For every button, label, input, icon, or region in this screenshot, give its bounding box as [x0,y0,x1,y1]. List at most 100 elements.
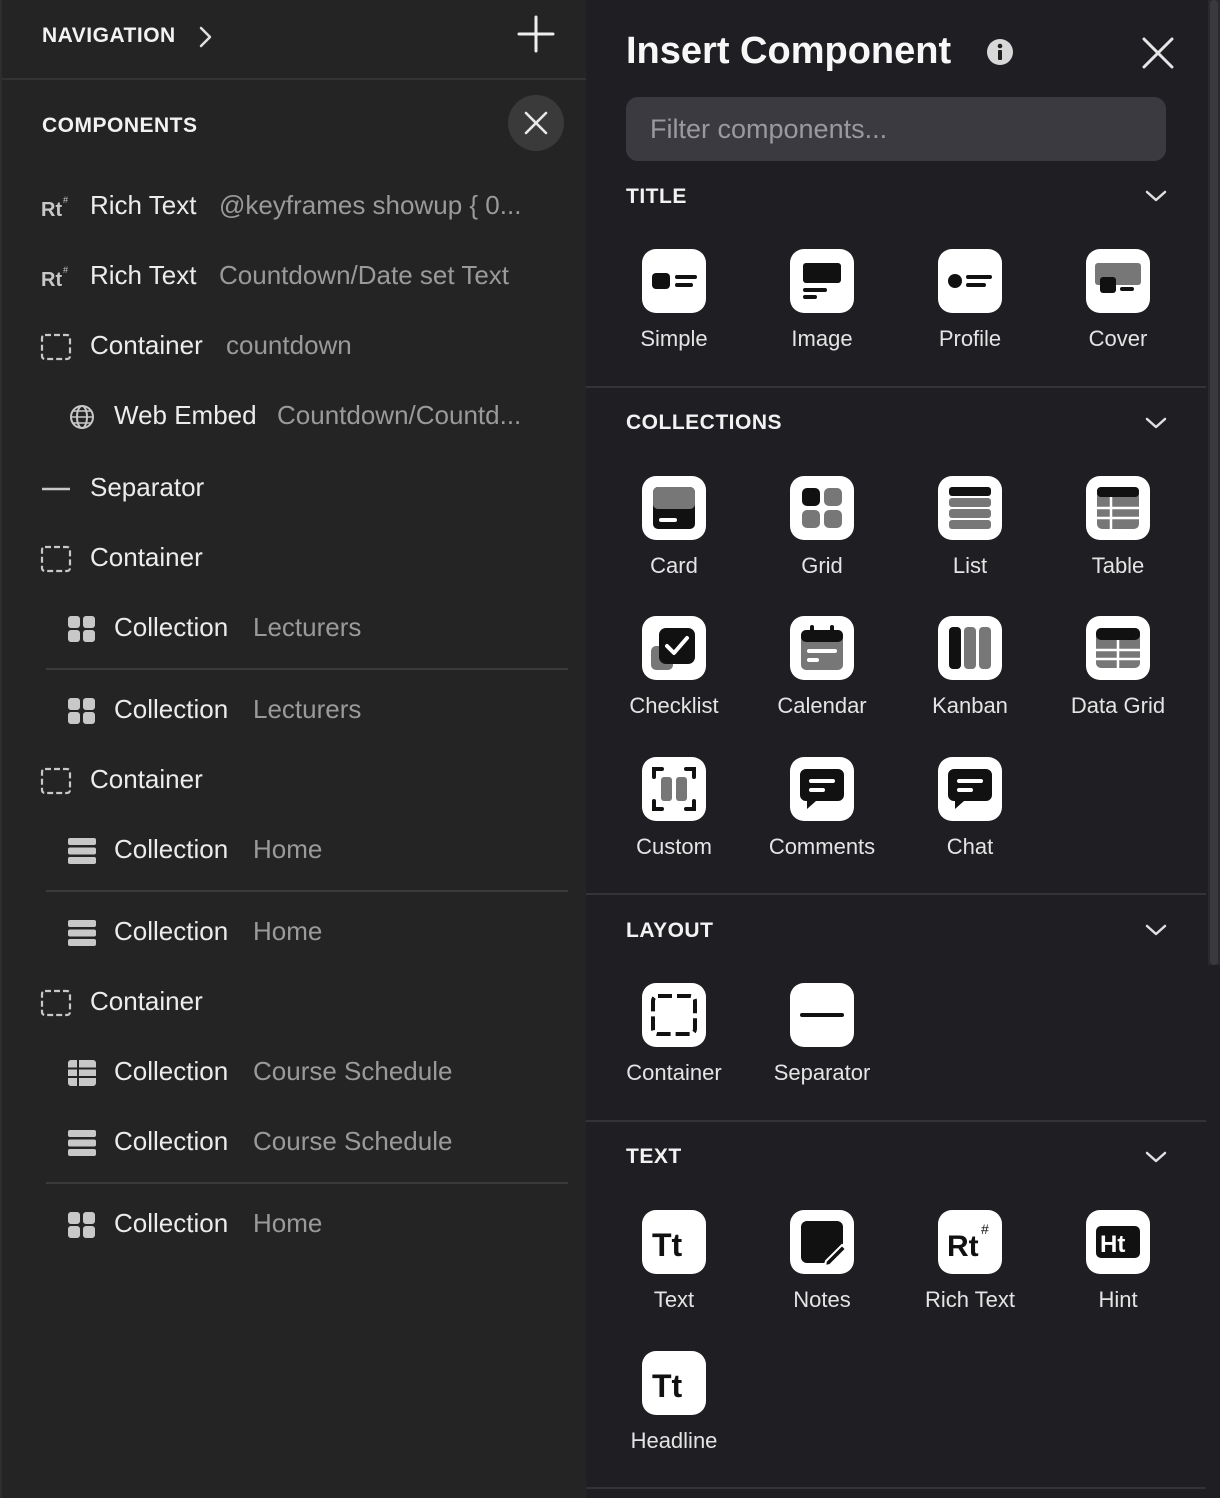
tree-item-collection[interactable]: Collection Course Schedule [2,1118,572,1168]
tile-headline[interactable]: Tt Headline [609,1351,739,1471]
tree-item-container[interactable]: Container [2,978,572,1028]
tree-item-label: Rich Text [90,190,197,220]
tile-container[interactable]: Container [609,983,739,1103]
chevron-down-icon[interactable] [1144,922,1168,938]
tile-icon-box [938,757,1002,821]
tile-separator[interactable]: Separator [757,983,887,1103]
tile-icon-box [790,476,854,540]
rich-text-icon: Rt# [947,1221,989,1263]
tree-item-label: Collection [114,1208,229,1238]
tree-item-rich-text[interactable]: Rt # Rich Text @keyframes showup { 0... [2,182,572,232]
tree-item-container[interactable]: Container countdown [2,322,572,372]
tile-cover[interactable]: Cover [1053,249,1183,369]
scrollbar-thumb[interactable] [1210,0,1218,965]
svg-text:Ht: Ht [1100,1231,1125,1258]
profile-title-icon [948,274,992,288]
svg-text:Tt: Tt [652,1227,683,1263]
kanban-icon [949,627,991,669]
chevron-down-icon[interactable] [1144,415,1168,431]
tree-item-container[interactable]: Container [2,534,572,584]
tree-item-collection[interactable]: Collection Lecturers [2,686,572,736]
svg-text:Rt: Rt [41,199,62,221]
card-icon [653,487,695,529]
tree-item-rich-text[interactable]: Rt # Rich Text Countdown/Date set Text [2,252,572,302]
tree-item-detail: Home [253,834,323,864]
tree-item-label: Separator [90,472,205,502]
tile-grid[interactable]: Grid [757,476,887,596]
info-icon[interactable] [986,38,1014,66]
svg-text:#: # [981,1221,989,1237]
tile-label: Chat [946,834,994,859]
grid-icon [68,1212,95,1238]
image-title-icon [803,263,841,299]
tile-chat[interactable]: Chat [905,757,1035,877]
tile-icon-box [642,983,706,1047]
tree-item-detail: Countdown/Date set Text [219,260,510,290]
tile-calendar[interactable]: Calendar [757,616,887,736]
cover-title-icon [1095,263,1141,293]
separator-icon [800,1013,844,1017]
navigation-header[interactable]: NAVIGATION [2,0,588,80]
chevron-right-icon[interactable] [196,25,216,49]
tree-item-collection[interactable]: Collection Home [2,908,572,958]
tile-simple[interactable]: Simple [609,249,739,369]
table-icon [68,1060,96,1086]
tree-item-label: Container [90,542,203,572]
tile-table[interactable]: Table [1053,476,1183,596]
tile-notes[interactable]: Notes [757,1210,887,1330]
tile-label: Hint [1098,1287,1138,1312]
tile-label: Checklist [629,693,719,718]
tile-label: Grid [801,553,843,578]
tile-icon-box: Tt [642,1351,706,1415]
tree-item-separator[interactable]: Separator [2,464,572,514]
section-divider [586,1487,1206,1489]
tile-icon-box [642,476,706,540]
headline-icon: Tt [652,1368,683,1404]
tree-item-label: Container [90,764,203,794]
chevron-down-icon[interactable] [1144,188,1168,204]
tree-item-collection[interactable]: Collection Home [2,826,572,876]
tile-custom[interactable]: Custom [609,757,739,877]
close-icon[interactable] [1141,36,1175,70]
chevron-down-icon[interactable] [1144,1149,1168,1165]
tile-profile[interactable]: Profile [905,249,1035,369]
container-icon [40,767,72,795]
tile-label: Image [791,326,853,351]
tile-label: Kanban [932,693,1008,718]
tile-comments[interactable]: Comments [757,757,887,877]
tile-kanban[interactable]: Kanban [905,616,1035,736]
navigator-panel: NAVIGATION COMPONENTS Rt # Rich Text @key… [0,0,588,1498]
tile-label: Table [1091,553,1145,578]
tree-item-collection[interactable]: Collection Lecturers [2,604,572,654]
tree-item-label: Container [90,330,203,360]
tile-icon-box [1086,476,1150,540]
filter-components-input[interactable] [626,97,1166,161]
tile-text[interactable]: Tt Text [609,1210,739,1330]
tile-icon-box [938,249,1002,313]
tile-image[interactable]: Image [757,249,887,369]
calendar-icon [801,625,843,670]
grid-icon [802,488,842,528]
tree-item-label: Web Embed [114,400,257,430]
panel-title: Insert Component [626,30,952,72]
section-divider [586,1120,1206,1122]
tile-card[interactable]: Card [609,476,739,596]
tile-rich-text[interactable]: Rt # Rich Text [905,1210,1035,1330]
tree-item-collection[interactable]: Collection Course Schedule [2,1048,572,1098]
tree-item-detail: Lecturers [253,694,362,724]
tile-checklist[interactable]: Checklist [609,616,739,736]
tree-item-label: Collection [114,1126,229,1156]
scrollbar[interactable] [1208,0,1220,965]
tile-list[interactable]: List [905,476,1035,596]
tile-label: Headline [630,1428,718,1453]
tile-hint[interactable]: Ht Hint [1053,1210,1183,1330]
close-components-button[interactable] [508,95,564,151]
tree-item-web-embed[interactable]: Web Embed Countdown/Countd... [2,392,572,442]
tree-item-container[interactable]: Container [2,756,572,806]
tile-icon-box [938,616,1002,680]
tile-icon-box [1086,616,1150,680]
plus-icon[interactable] [516,14,556,54]
tile-icon-box: Ht [1086,1210,1150,1274]
tree-item-collection[interactable]: Collection Home [2,1200,572,1250]
tile-data-grid[interactable]: Data Grid [1053,616,1183,736]
